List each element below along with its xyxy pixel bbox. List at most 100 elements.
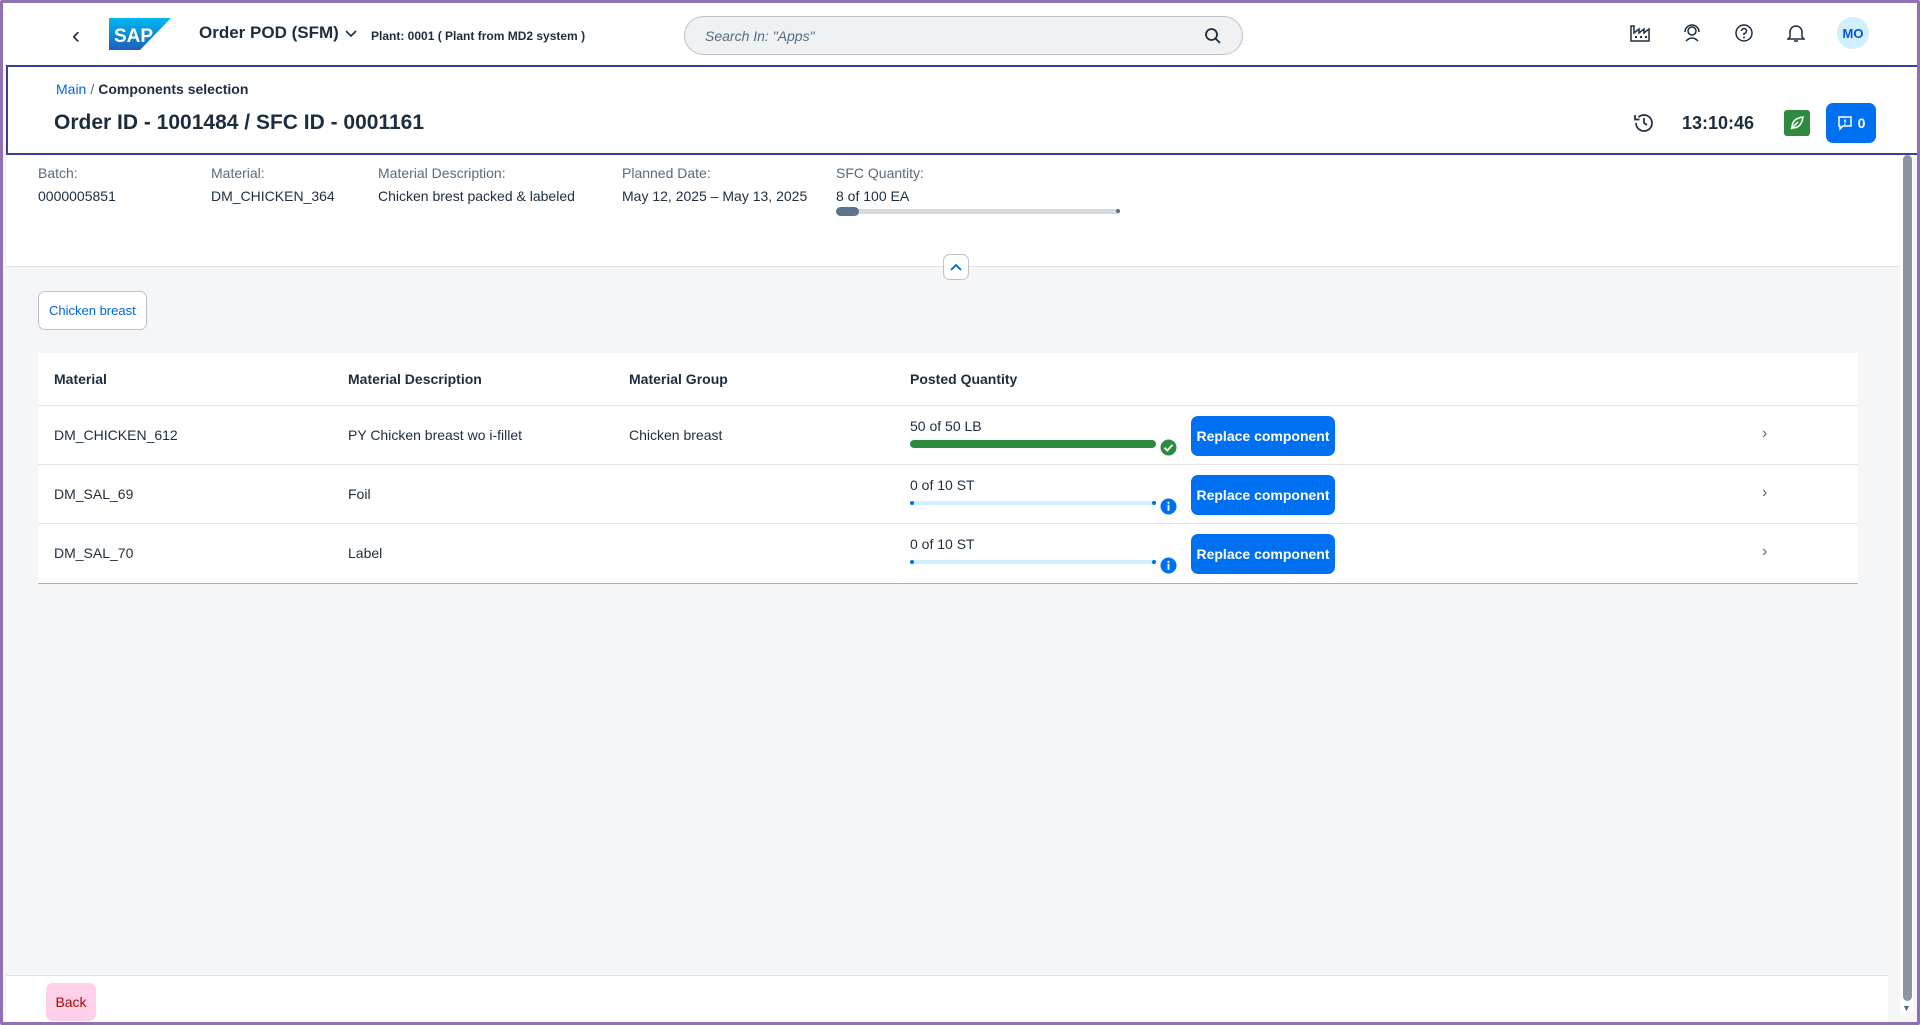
attr-description-label: Material Description: (378, 165, 506, 181)
breadcrumb-separator: / (90, 81, 95, 97)
info-icon (1160, 498, 1177, 515)
posted-quantity-track (910, 501, 1156, 505)
back-button[interactable]: Back (46, 983, 96, 1021)
posted-quantity-start (910, 560, 914, 564)
collapse-up-icon (950, 263, 962, 271)
attr-batch-label: Batch: (38, 165, 78, 181)
help-icon[interactable] (1729, 18, 1759, 48)
posted-quantity-end (1152, 501, 1156, 505)
object-attributes: Batch: 0000005851 Material: DM_CHICKEN_3… (6, 155, 1906, 267)
app-title: Order POD (SFM) (199, 23, 339, 42)
cell-material: DM_SAL_69 (54, 486, 134, 502)
messages-button[interactable]: 0 (1826, 103, 1876, 143)
posted-quantity-end (1152, 560, 1156, 564)
components-table: Material Material Description Material G… (38, 353, 1858, 584)
posted-quantity-bar (910, 499, 1156, 507)
posted-quantity-text: 0 of 10 ST (910, 477, 975, 493)
shell-bar: ‹ SAP Order POD (SFM) Plant: 0001 ( Plan… (3, 3, 1917, 65)
page-title: Order ID - 1001484 / SFC ID - 0001161 (54, 111, 425, 134)
attr-planned-label: Planned Date: (622, 165, 711, 181)
table-row[interactable]: DM_SAL_69 Foil 0 of 10 ST Replace compon… (38, 465, 1858, 524)
scrollbar-thumb[interactable] (1903, 155, 1912, 1001)
posted-quantity-start (910, 501, 914, 505)
attr-sfc-quantity: SFC Quantity: 8 of 100 EA (836, 165, 924, 204)
vertical-scrollbar[interactable]: ▼ (1900, 155, 1914, 1013)
posted-quantity-bar (910, 558, 1156, 566)
attr-description: Material Description: Chicken brest pack… (378, 165, 575, 204)
messages-count: 0 (1857, 115, 1866, 131)
search-input[interactable] (705, 27, 1204, 44)
table-row[interactable]: DM_SAL_70 Label 0 of 10 ST Replace compo… (38, 524, 1858, 583)
posted-quantity-fill (910, 440, 1156, 448)
sap-logo-text: SAP (114, 26, 153, 47)
user-support-icon[interactable] (1677, 18, 1707, 48)
history-icon[interactable] (1632, 111, 1656, 135)
attr-material: Material: DM_CHICKEN_364 (211, 165, 335, 204)
cell-description: PY Chicken breast wo i-fillet (348, 427, 523, 443)
posted-quantity-text: 50 of 50 LB (910, 418, 982, 434)
posted-quantity: 50 of 50 LB (910, 418, 1177, 456)
factory-icon[interactable] (1625, 18, 1655, 48)
success-check-icon (1160, 439, 1177, 456)
replace-component-button[interactable]: Replace component (1191, 534, 1335, 574)
cell-material: DM_CHICKEN_612 (54, 427, 178, 443)
column-header-description[interactable]: Material Description (348, 371, 482, 387)
bell-icon[interactable] (1781, 18, 1811, 48)
replace-component-button[interactable]: Replace component (1191, 475, 1335, 515)
attr-material-label: Material: (211, 165, 265, 181)
info-icon (1160, 557, 1177, 574)
attr-sfc-value: 8 of 100 EA (836, 188, 910, 204)
row-chevron-icon[interactable]: › (1762, 484, 1767, 502)
sfc-progress-track (836, 209, 1120, 214)
row-chevron-icon[interactable]: › (1762, 425, 1767, 443)
sfc-progress-fill (836, 207, 859, 216)
cell-description: Label (348, 545, 383, 561)
footer-toolbar: Back (6, 975, 1888, 1022)
header-actions: 13:10:46 0 (1632, 103, 1876, 143)
posted-quantity: 0 of 10 ST (910, 536, 1177, 574)
column-header-material[interactable]: Material (54, 371, 107, 387)
app-title-menu[interactable]: Order POD (SFM) (199, 23, 357, 43)
sfc-progress-bar (836, 207, 1120, 216)
app-frame: ‹ SAP Order POD (SFM) Plant: 0001 ( Plan… (0, 0, 1920, 1025)
material-group-chip[interactable]: Chicken breast (38, 291, 147, 330)
cell-description: Foil (348, 486, 371, 502)
avatar[interactable]: MO (1837, 17, 1869, 49)
posted-quantity: 0 of 10 ST (910, 477, 1177, 515)
cell-material: DM_SAL_70 (54, 545, 134, 561)
row-chevron-icon[interactable]: › (1762, 543, 1767, 561)
attr-sfc-label: SFC Quantity: (836, 165, 924, 181)
chevron-left-icon[interactable]: ‹ (61, 21, 91, 51)
breadcrumb: Main / Components selection (56, 81, 248, 97)
table-header: Material Material Description Material G… (38, 353, 1858, 406)
posted-quantity-track (910, 560, 1156, 564)
attr-batch-value: 0000005851 (38, 188, 116, 204)
table-row[interactable]: DM_CHICKEN_612 PY Chicken breast wo i-fi… (38, 406, 1858, 465)
replace-component-button[interactable]: Replace component (1191, 416, 1335, 456)
scroll-down-arrow-icon[interactable]: ▼ (1902, 1003, 1911, 1013)
collapse-header-button[interactable] (943, 254, 969, 280)
attr-material-value: DM_CHICKEN_364 (211, 188, 335, 204)
clock: 13:10:46 (1681, 112, 1754, 133)
breadcrumb-link-main[interactable]: Main (56, 81, 86, 97)
attr-description-value: Chicken brest packed & labeled (378, 188, 575, 204)
posted-quantity-text: 0 of 10 ST (910, 536, 975, 552)
attr-batch: Batch: 0000005851 (38, 165, 116, 204)
sap-logo[interactable]: SAP (109, 18, 171, 50)
shell-actions: MO (1625, 17, 1869, 49)
sfc-progress-end (1116, 209, 1120, 213)
plant-info: Plant: 0001 ( Plant from MD2 system ) (371, 29, 586, 43)
posted-quantity-bar (910, 440, 1156, 448)
attr-planned-value: May 12, 2025 – May 13, 2025 (622, 188, 808, 204)
attr-planned-date: Planned Date: May 12, 2025 – May 13, 202… (622, 165, 807, 204)
chevron-down-icon (345, 27, 357, 41)
column-header-group[interactable]: Material Group (629, 371, 728, 387)
leaf-icon[interactable] (1784, 110, 1810, 136)
search-icon[interactable] (1204, 27, 1222, 45)
column-header-posted-quantity[interactable]: Posted Quantity (910, 371, 1017, 387)
message-icon (1837, 116, 1852, 131)
breadcrumb-current: Components selection (98, 81, 249, 97)
search-field[interactable] (684, 16, 1243, 55)
page-header: Main / Components selection Order ID - 1… (6, 65, 1917, 155)
cell-group: Chicken breast (629, 427, 723, 443)
